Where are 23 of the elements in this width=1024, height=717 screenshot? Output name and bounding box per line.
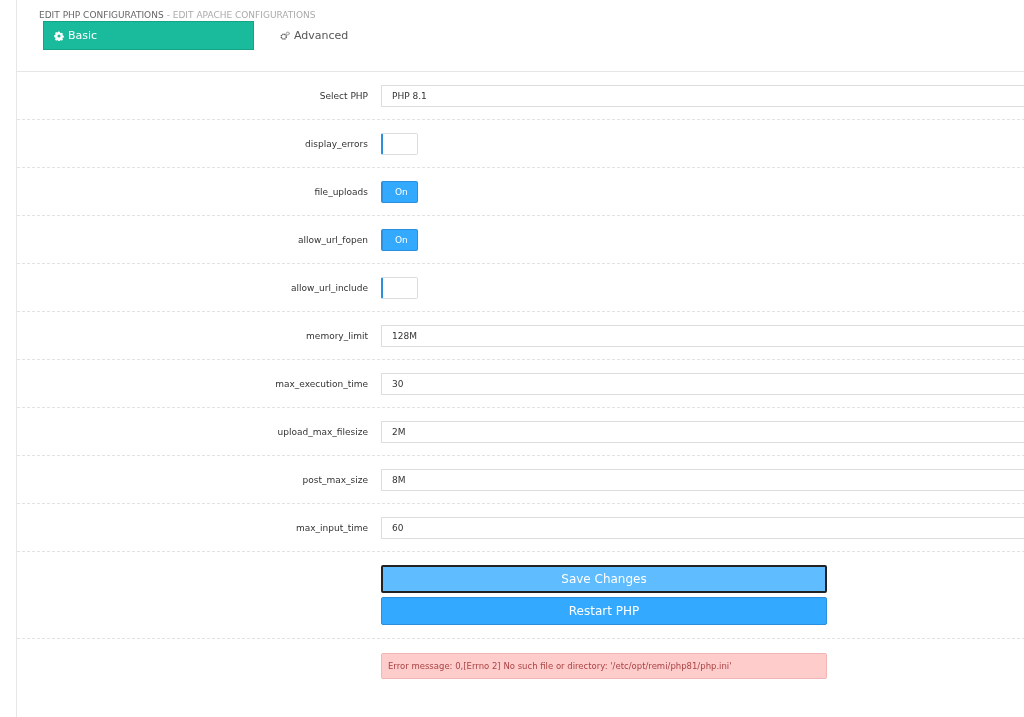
setting-label: upload_max_filesize (276, 426, 369, 437)
setting-label: post_max_size (301, 474, 369, 485)
input-field[interactable]: 30 (381, 372, 1024, 395)
setting-label: allow_url_include (290, 282, 369, 293)
gear-icon (54, 30, 64, 41)
setting-label: max_input_time (294, 522, 369, 533)
tab[interactable]: Advanced (254, 21, 465, 50)
input-field[interactable]: 2M (381, 420, 1024, 443)
toggle-switch[interactable] (381, 132, 418, 155)
setting-label: allow_url_fopen (297, 234, 369, 245)
setting-label: memory_limit (305, 330, 369, 341)
setting-label: Select PHP (318, 90, 369, 101)
php-version-select[interactable]: PHP 8.1 (381, 84, 1024, 107)
input-field[interactable]: 128M (381, 324, 1024, 347)
setting-label: file_uploads (313, 186, 369, 197)
setting-label: display_errors (304, 138, 369, 149)
setting-label: max_execution_time (274, 378, 369, 389)
gears-icon (280, 30, 290, 41)
input-field[interactable]: 8M (381, 468, 1024, 491)
input-field[interactable]: 60 (381, 516, 1024, 539)
page-title: EDIT PHP CONFIGURATIONS (39, 10, 164, 20)
error-alert: Error message: 0,[Errno 2] No such file or directory: '/etc/opt/remi/php81/php.ini' (381, 653, 827, 679)
toggle-switch[interactable] (381, 276, 418, 299)
